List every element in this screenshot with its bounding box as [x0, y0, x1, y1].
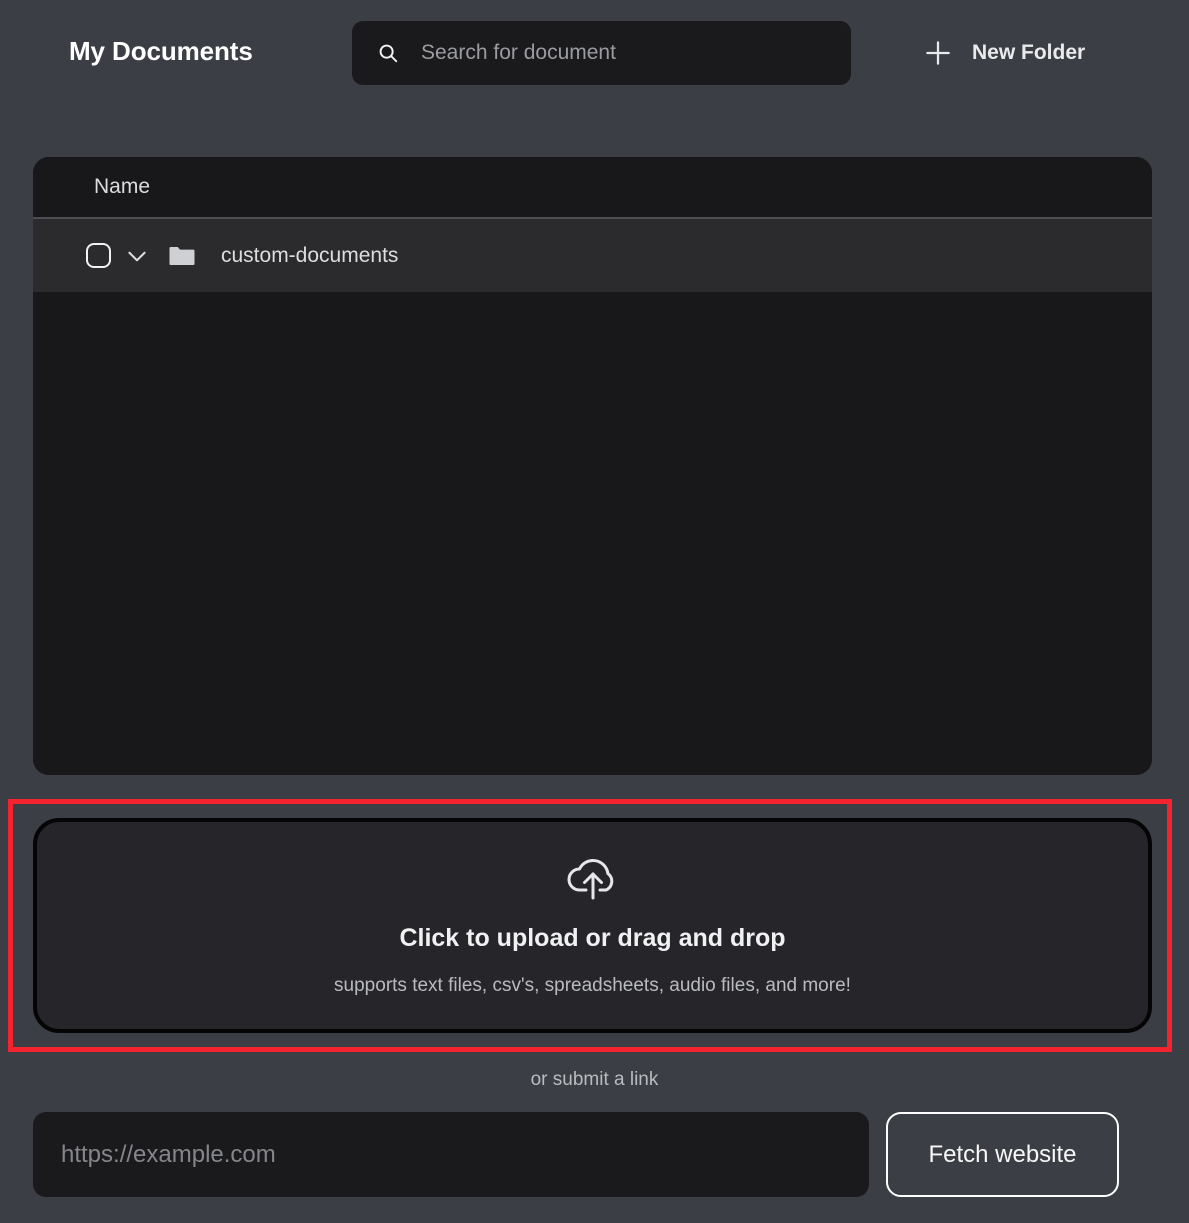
upload-dropzone[interactable]: Click to upload or drag and drop support… — [33, 818, 1152, 1033]
search-bar[interactable] — [352, 21, 851, 85]
url-input[interactable] — [33, 1112, 869, 1197]
file-table-panel: Name custom-documents — [33, 157, 1152, 775]
row-name-label: custom-documents — [221, 243, 399, 267]
file-table-empty-area — [33, 292, 1152, 775]
submit-link-label: or submit a link — [530, 1069, 659, 1090]
new-folder-label: New Folder — [972, 41, 1086, 64]
my-documents-page: My Documents New Folder Name — [0, 0, 1189, 1223]
checkbox-unchecked-icon[interactable] — [86, 243, 111, 268]
search-icon — [379, 44, 398, 63]
fetch-website-button[interactable]: Fetch website — [886, 1112, 1119, 1197]
page-header: My Documents New Folder — [0, 0, 1189, 107]
file-table-header: Name — [33, 157, 1152, 219]
plus-icon — [926, 41, 950, 65]
submit-link-row: Fetch website — [33, 1112, 1152, 1197]
search-input[interactable] — [399, 21, 851, 85]
new-folder-button[interactable]: New Folder — [922, 30, 1085, 76]
folder-icon — [169, 246, 195, 265]
page-title: My Documents — [69, 36, 253, 66]
dropzone-subtitle: supports text files, csv's, spreadsheets… — [334, 975, 851, 996]
cloud-upload-icon — [567, 859, 613, 900]
column-header-name: Name — [94, 175, 151, 198]
chevron-down-icon[interactable] — [124, 243, 150, 269]
dropzone-title: Click to upload or drag and drop — [399, 924, 786, 952]
table-row[interactable]: custom-documents — [33, 219, 1152, 292]
